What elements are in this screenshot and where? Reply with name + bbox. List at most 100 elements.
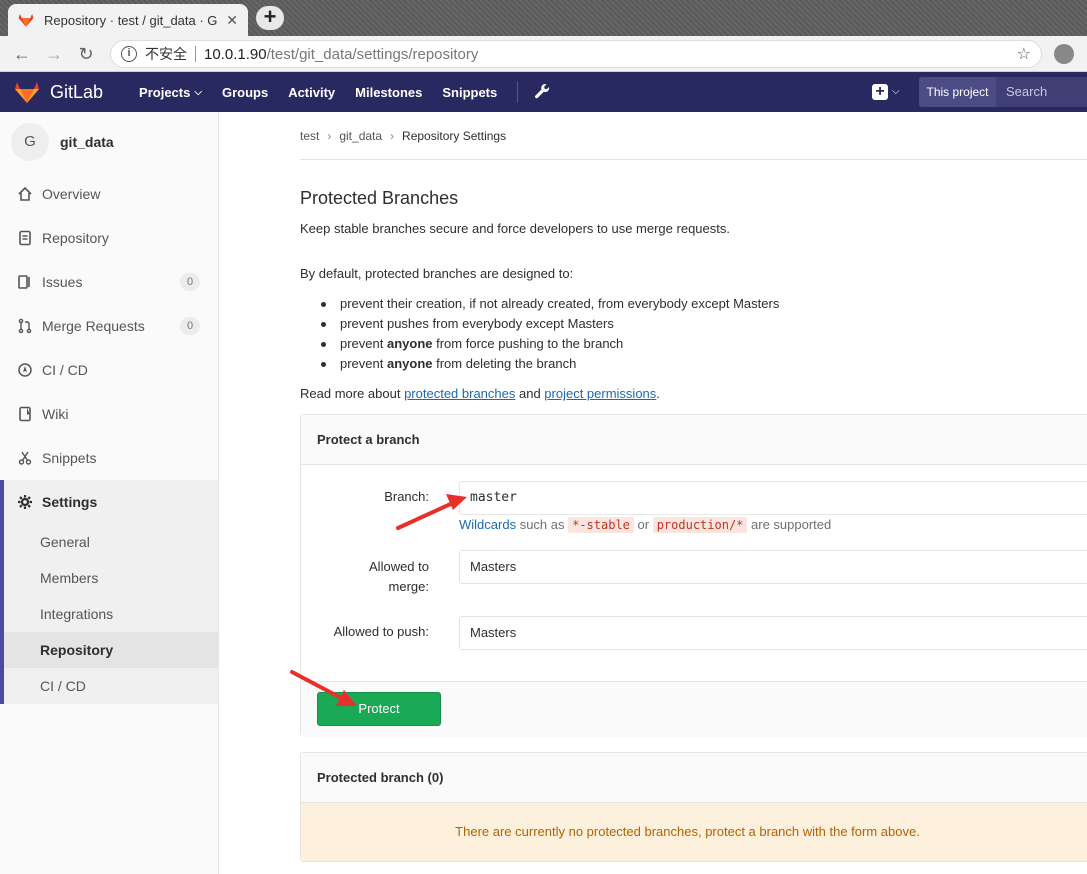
helper-text: or	[633, 517, 653, 532]
sidebar-subitem-ci-cd[interactable]: CI / CD	[4, 668, 218, 704]
sidebar-item-snippets[interactable]: Snippets	[0, 436, 218, 480]
info-icon[interactable]: i	[121, 46, 137, 62]
browser-toolbar: ← → ↻ i 不安全 10.0.1.90/test/git_data/sett…	[0, 36, 1087, 72]
project-permissions-link[interactable]: project permissions	[544, 386, 656, 401]
new-item-plus-icon[interactable]: +	[872, 84, 888, 100]
sidebar-item-label: Overview	[42, 186, 101, 202]
nav-milestones[interactable]: Milestones	[355, 85, 422, 100]
sidebar-subitem-general[interactable]: General	[4, 524, 218, 560]
allowed-to-merge-select[interactable]: Masters	[459, 550, 1087, 584]
branch-select[interactable]: master	[459, 481, 1087, 515]
sidebar-item-ci-cd[interactable]: CI / CD	[0, 348, 218, 392]
nav-activity[interactable]: Activity	[288, 85, 335, 100]
sidebar-subitem-members[interactable]: Members	[4, 560, 218, 596]
bullet-text: prevent pushes from everybody except Mas…	[340, 316, 614, 331]
breadcrumb-project[interactable]: git_data	[339, 129, 382, 143]
nav-snippets[interactable]: Snippets	[442, 85, 497, 100]
gitlab-logo[interactable]: GitLab	[14, 80, 103, 104]
sidebar-item-merge-requests[interactable]: Merge Requests 0	[0, 304, 218, 348]
allowed-to-merge-label: Allowed to merge:	[301, 557, 429, 597]
merge-label-line: Allowed to	[369, 559, 429, 574]
wildcards-link[interactable]: Wildcards	[459, 517, 516, 532]
nav-projects[interactable]: Projects ⌵	[139, 85, 202, 100]
defaults-list: prevent their creation, if not already c…	[321, 296, 779, 376]
helper-text: such as	[516, 517, 569, 532]
bullet-text: prevent	[340, 336, 387, 351]
address-divider	[195, 46, 196, 62]
gitlab-favicon-icon	[18, 13, 34, 27]
sidebar-item-label: CI / CD	[42, 362, 88, 378]
tab-close-icon[interactable]: ✕	[226, 12, 238, 29]
wildcard-helper: Wildcards such as *-stable or production…	[459, 517, 832, 533]
chevron-right-icon: ›	[390, 128, 395, 143]
sidebar-item-overview[interactable]: Overview	[0, 172, 218, 216]
breadcrumb-current[interactable]: Repository Settings	[402, 129, 506, 143]
insecure-label: 不安全	[145, 46, 187, 62]
issues-count-badge: 0	[180, 273, 200, 291]
new-item-chevron-down-icon[interactable]: ⌵	[892, 86, 900, 97]
book-icon	[16, 405, 34, 423]
protect-button[interactable]: Protect	[317, 692, 441, 726]
list-item: prevent anyone from force pushing to the…	[321, 336, 779, 356]
allowed-to-push-label: Allowed to push:	[333, 624, 429, 639]
page-title: Protected Branches	[300, 188, 459, 208]
back-arrow-icon[interactable]: ←	[10, 42, 34, 66]
browser-tab[interactable]: Repository · test / git_data · G ✕	[8, 4, 248, 36]
reload-icon[interactable]: ↻	[74, 42, 98, 66]
protected-branches-heading: Protected branch (0)	[301, 753, 1087, 803]
helper-text: are supported	[747, 517, 832, 532]
sidebar-project-header[interactable]: G git_data	[0, 112, 218, 172]
page-description: Keep stable branches secure and force de…	[300, 221, 730, 236]
issues-icon	[16, 273, 34, 291]
bookmark-star-icon[interactable]: ☆	[1017, 44, 1031, 64]
bullet-text: prevent their creation, if not already c…	[340, 296, 780, 311]
read-more-text: .	[656, 386, 660, 401]
sidebar-item-repository[interactable]: Repository	[0, 216, 218, 260]
breadcrumb-group[interactable]: test	[300, 129, 319, 143]
sidebar-item-wiki[interactable]: Wiki	[0, 392, 218, 436]
brand-name: GitLab	[50, 81, 104, 102]
doc-icon	[16, 229, 34, 247]
bullet-text: prevent	[340, 356, 387, 371]
new-tab-button[interactable]: +	[256, 6, 284, 30]
search-input[interactable]: Search	[996, 77, 1087, 107]
sidebar-item-label: Snippets	[42, 450, 97, 466]
rocket-icon	[16, 361, 34, 379]
browser-tab-strip: Repository · test / git_data · G ✕ +	[0, 0, 1087, 36]
breadcrumb: test › git_data › Repository Settings	[300, 112, 1087, 160]
sidebar-item-label: Wiki	[42, 406, 69, 422]
project-sidebar: G git_data Overview Repository Issues 0 …	[0, 112, 219, 874]
read-more-text: and	[515, 386, 545, 401]
profile-avatar-icon[interactable]	[1054, 44, 1074, 64]
forward-arrow-icon[interactable]: →	[42, 42, 66, 66]
gear-icon	[16, 493, 34, 511]
protect-form-footer: Protect	[301, 681, 1087, 737]
bullet-text: from force pushing to the branch	[432, 336, 624, 351]
wrench-icon[interactable]	[534, 83, 550, 101]
allowed-to-push-select[interactable]: Masters	[459, 616, 1087, 650]
protected-branches-panel: Protected branch (0) There are currently…	[300, 752, 1087, 862]
search-scope-badge[interactable]: This project	[919, 77, 996, 107]
sidebar-item-label: Repository	[42, 230, 109, 246]
sidebar-item-settings[interactable]: Settings	[4, 480, 218, 524]
list-item: prevent pushes from everybody except Mas…	[321, 316, 779, 336]
nav-groups[interactable]: Groups	[222, 85, 268, 100]
list-item: prevent their creation, if not already c…	[321, 296, 779, 316]
nav-projects-label: Projects	[139, 84, 191, 100]
sidebar-subitem-integrations[interactable]: Integrations	[4, 596, 218, 632]
empty-state-text: There are currently no protected branche…	[455, 824, 920, 839]
protected-branches-link[interactable]: protected branches	[404, 386, 515, 401]
address-bar[interactable]: i 不安全 10.0.1.90/test/git_data/settings/r…	[110, 40, 1042, 68]
tab-title: Repository · test / git_data · G	[44, 12, 218, 28]
helper-code: production/*	[652, 517, 748, 533]
nav-divider	[517, 81, 519, 103]
merge-requests-count-badge: 0	[180, 317, 200, 335]
merge-label-line: merge:	[388, 579, 429, 594]
bullet-emphasis: anyone	[386, 336, 433, 351]
protect-branch-heading: Protect a branch	[301, 415, 1087, 465]
sidebar-item-label: Settings	[42, 494, 98, 510]
sidebar-subitem-repository[interactable]: Repository	[4, 632, 218, 668]
sidebar-item-issues[interactable]: Issues 0	[0, 260, 218, 304]
merge-icon	[16, 317, 34, 335]
project-avatar: G	[11, 123, 49, 161]
